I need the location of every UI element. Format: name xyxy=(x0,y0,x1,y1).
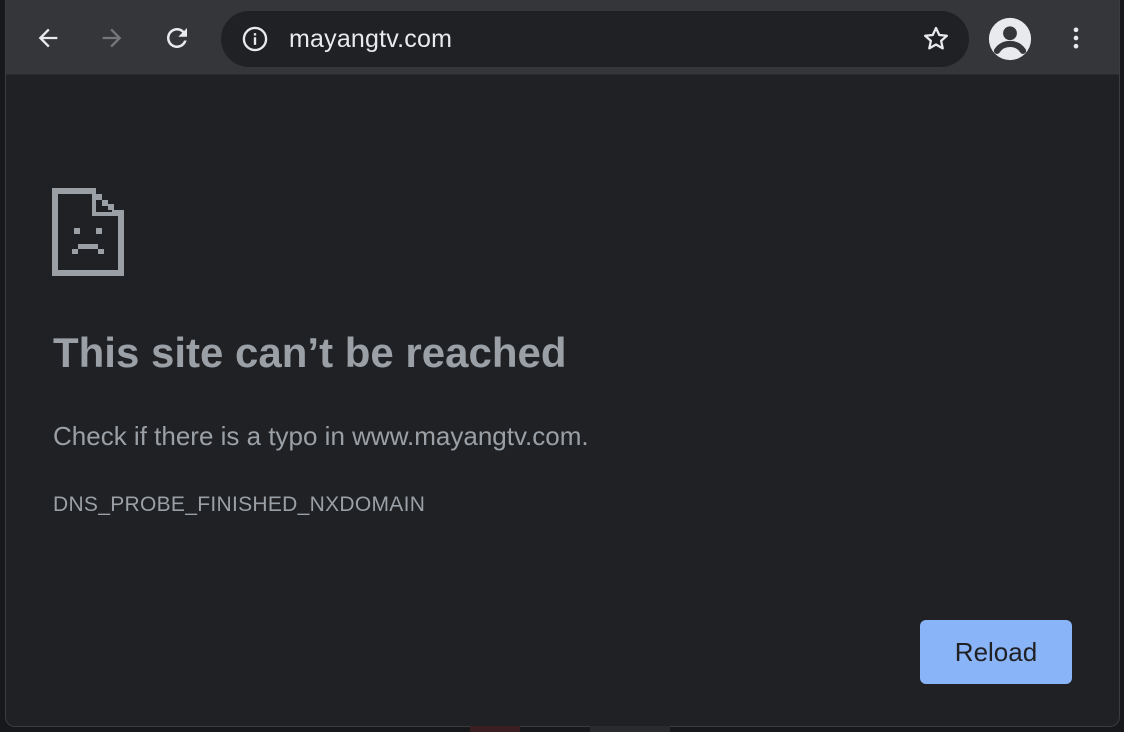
reload-icon xyxy=(167,28,187,48)
browser-toolbar: mayangtv.com xyxy=(6,0,1119,75)
error-description: Check if there is a typo in www.mayangtv… xyxy=(53,421,589,451)
back-button[interactable] xyxy=(30,20,66,56)
error-code: DNS_PROBE_FINISHED_NXDOMAIN xyxy=(53,493,426,516)
menu-button[interactable] xyxy=(1058,20,1094,56)
reload-button[interactable]: Reload xyxy=(920,620,1072,684)
address-bar[interactable]: mayangtv.com xyxy=(221,11,969,67)
star-icon[interactable] xyxy=(921,24,951,54)
forward-button[interactable] xyxy=(94,20,130,56)
background-window-fragment xyxy=(470,726,670,732)
reload-page-button[interactable] xyxy=(159,20,195,56)
arrow-left-icon xyxy=(38,28,58,48)
account-circle-icon xyxy=(988,17,1032,61)
error-page: This site can’t be reached Check if ther… xyxy=(6,75,1119,726)
arrow-right-icon xyxy=(102,28,122,48)
profile-button[interactable] xyxy=(986,15,1034,63)
error-title: This site can’t be reached xyxy=(53,329,567,376)
url-text[interactable]: mayangtv.com xyxy=(289,25,452,53)
info-icon[interactable] xyxy=(241,25,269,53)
more-vert-icon xyxy=(1073,27,1079,49)
browser-window: mayangtv.com This site can’t be reached … xyxy=(5,0,1120,727)
sad-document-icon xyxy=(52,188,124,276)
